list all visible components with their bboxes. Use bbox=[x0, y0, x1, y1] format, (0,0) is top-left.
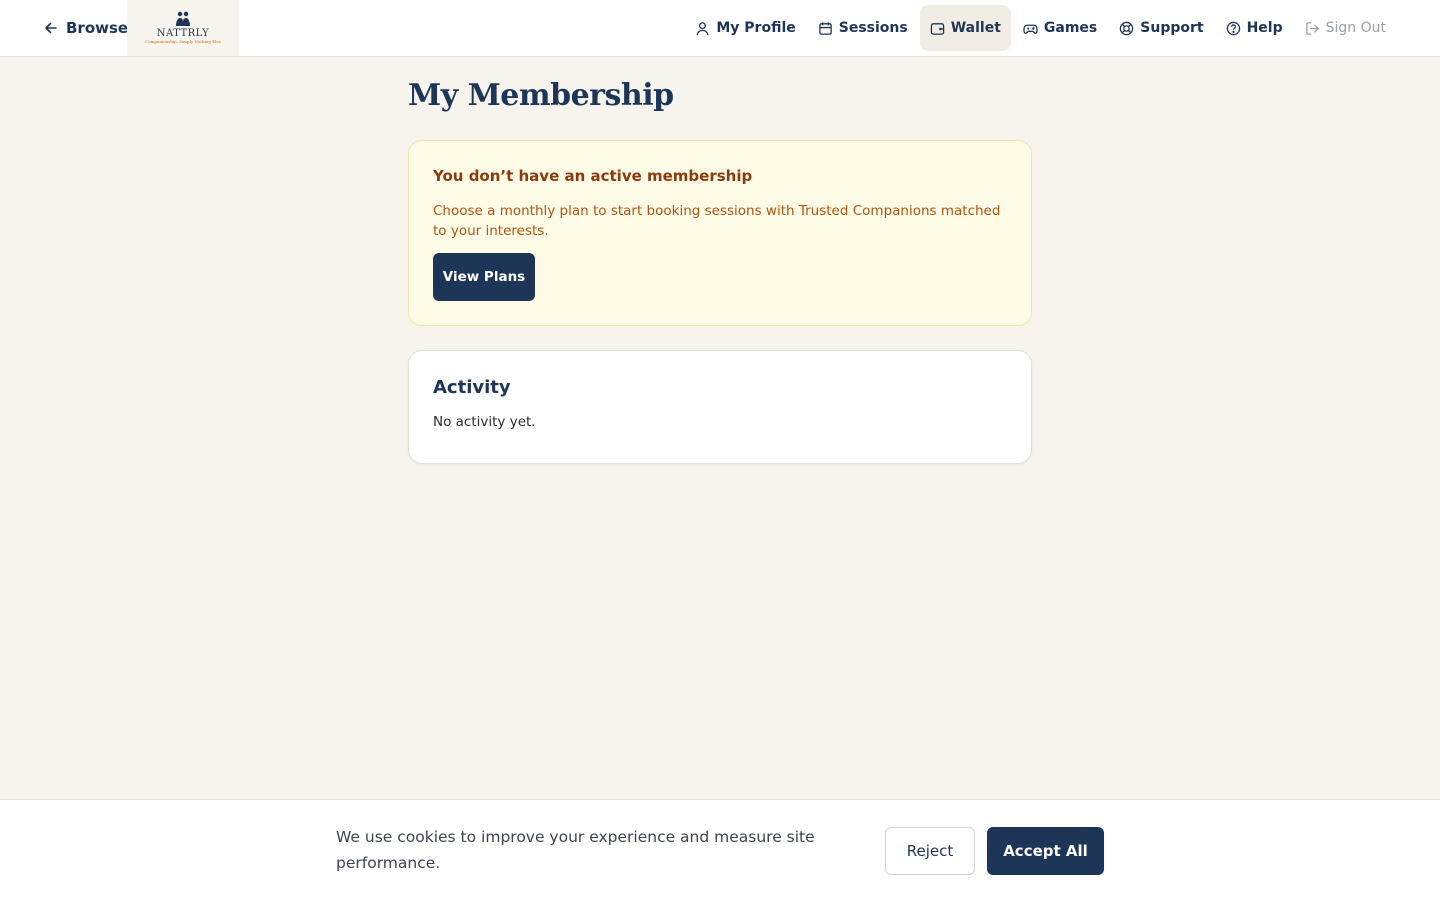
cookie-message: We use cookies to improve your experienc… bbox=[336, 828, 815, 872]
view-plans-button[interactable]: View Plans bbox=[433, 253, 535, 301]
activity-empty-text: No activity yet. bbox=[433, 414, 536, 430]
nav-my-profile[interactable]: My Profile bbox=[685, 5, 805, 51]
nav-games[interactable]: Games bbox=[1013, 5, 1107, 51]
sign-out-icon bbox=[1305, 21, 1319, 35]
reject-cookies-button[interactable]: Reject bbox=[885, 827, 975, 875]
main-nav: My Profile Sessions Wallet Games Support… bbox=[683, 0, 1396, 56]
notice-body: Choose a monthly plan to start booking s… bbox=[433, 203, 1001, 239]
page-title: My Membership bbox=[408, 78, 674, 113]
brand-logo[interactable]: NATTRLY Companionship, Simply Nothing El… bbox=[127, 0, 239, 56]
calendar-icon bbox=[818, 21, 832, 35]
wallet-icon bbox=[930, 22, 944, 35]
logo-tagline: Companionship, Simply Nothing Else bbox=[145, 39, 221, 44]
nav-label: Support bbox=[1140, 20, 1204, 36]
nav-label: Sign Out bbox=[1325, 20, 1386, 36]
nav-label: Sessions bbox=[838, 20, 908, 36]
activity-card: Activity No activity yet. bbox=[408, 350, 1032, 464]
accept-all-cookies-button[interactable]: Accept All bbox=[987, 827, 1104, 875]
no-membership-notice: You don’t have an active membership Choo… bbox=[408, 140, 1032, 326]
gamepad-icon bbox=[1023, 24, 1038, 34]
notice-title: You don’t have an active membership bbox=[433, 167, 753, 185]
top-header: Browse NATTRLY Companionship, Simply Not… bbox=[0, 0, 1440, 57]
activity-title: Activity bbox=[433, 377, 511, 398]
user-icon bbox=[697, 21, 709, 35]
nav-sessions[interactable]: Sessions bbox=[808, 5, 918, 51]
lifebuoy-icon bbox=[1120, 21, 1134, 35]
nav-label: Help bbox=[1246, 20, 1283, 36]
browse-label: Browse bbox=[66, 19, 129, 37]
nav-sign-out[interactable]: Sign Out bbox=[1295, 5, 1396, 51]
nav-label: My Profile bbox=[716, 20, 796, 36]
arrow-left-icon bbox=[45, 22, 57, 34]
nav-wallet[interactable]: Wallet bbox=[919, 5, 1011, 51]
cookie-banner: We use cookies to improve your experienc… bbox=[0, 799, 1440, 900]
help-circle-icon bbox=[1226, 21, 1240, 35]
nav-label: Wallet bbox=[950, 20, 1001, 36]
nav-help[interactable]: Help bbox=[1216, 5, 1293, 51]
nav-support[interactable]: Support bbox=[1109, 5, 1213, 51]
logo-mark-icon bbox=[176, 11, 190, 26]
browse-back-link[interactable]: Browse bbox=[44, 0, 128, 56]
logo-wordmark: NATTRLY bbox=[156, 28, 210, 39]
nav-label: Games bbox=[1043, 20, 1098, 36]
